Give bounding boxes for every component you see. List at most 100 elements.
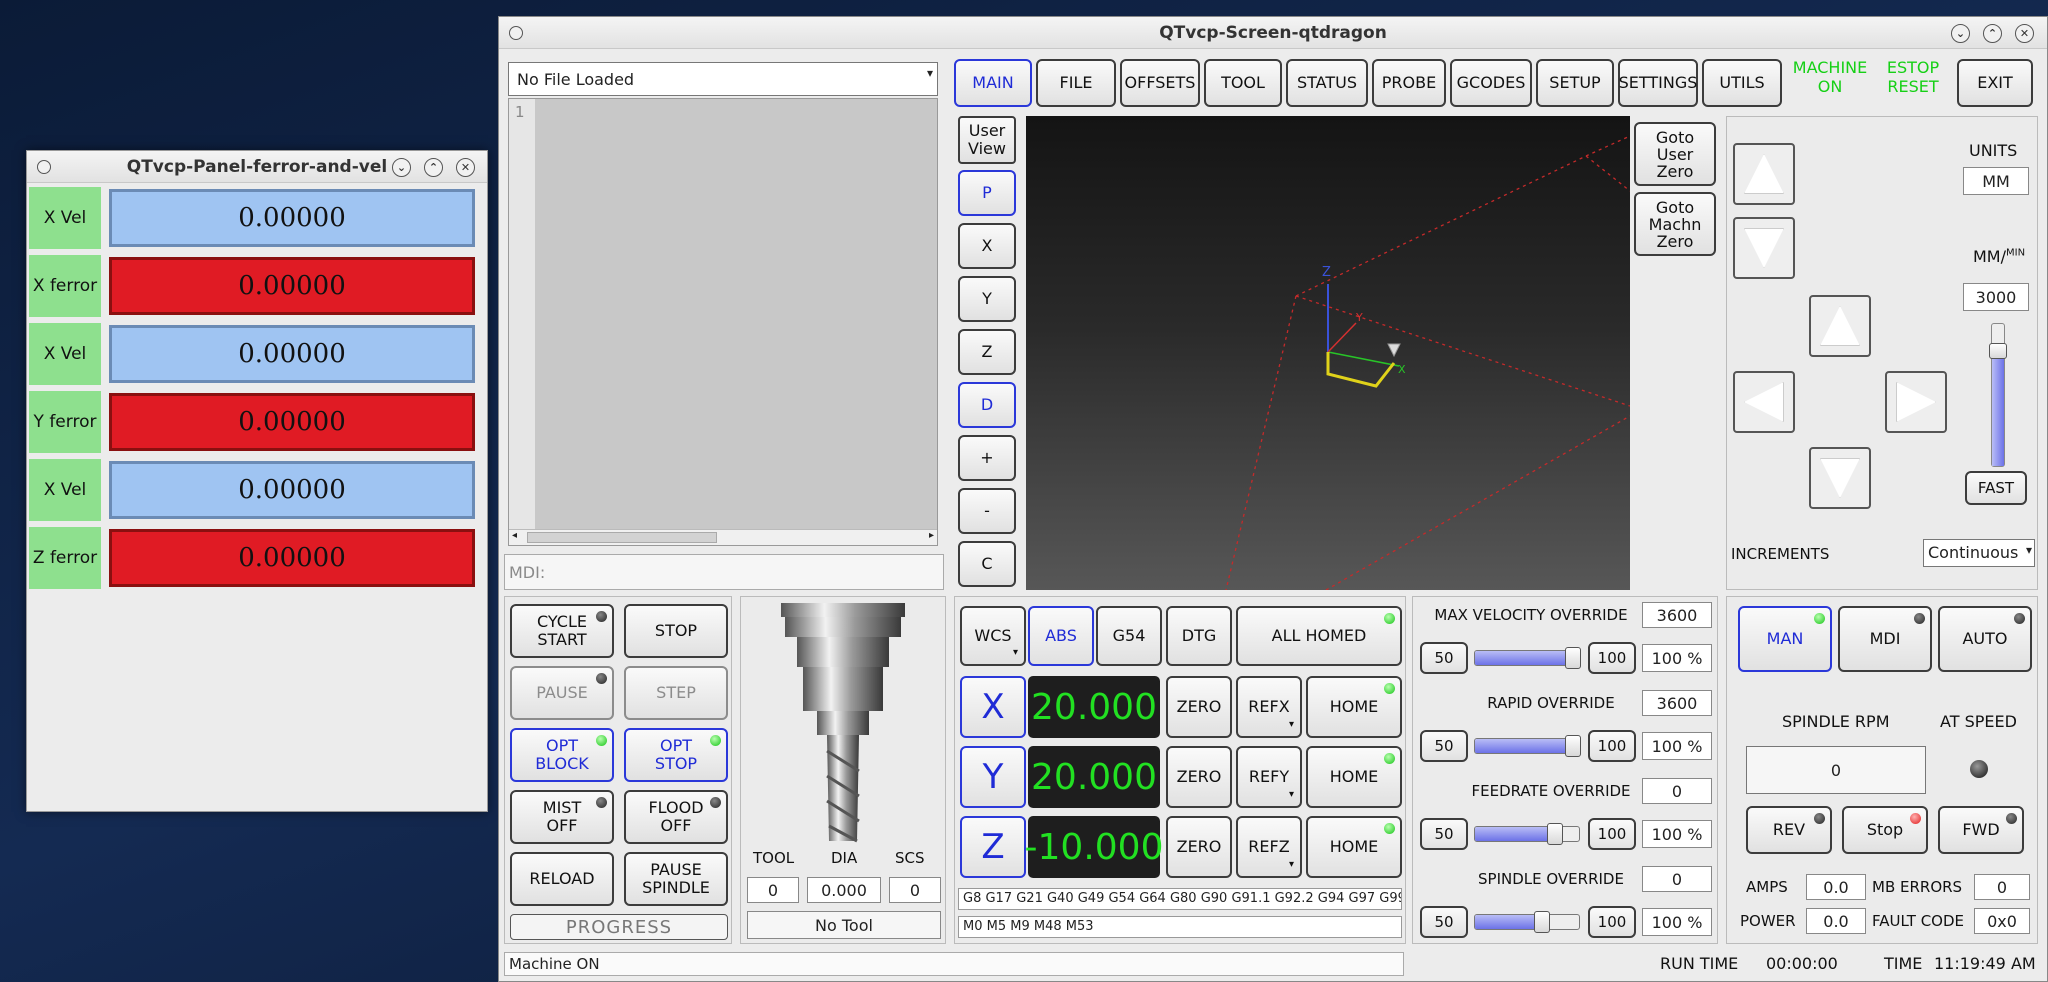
user-view-button[interactable]: User View (958, 116, 1016, 164)
reload-button[interactable]: RELOAD (510, 852, 614, 906)
jog-x-plus-button[interactable] (1885, 371, 1947, 433)
override-max-button[interactable]: 100 (1588, 818, 1636, 850)
dtg-button[interactable]: DTG (1166, 606, 1232, 666)
zero-y-button[interactable]: ZERO (1166, 746, 1232, 808)
jog-y-plus-button[interactable] (1809, 295, 1871, 357)
minimize-icon[interactable]: ⌄ (392, 158, 411, 177)
scrollbar-thumb[interactable] (527, 532, 717, 543)
view-x-button[interactable]: X (958, 223, 1016, 269)
step-button[interactable]: STEP (624, 666, 728, 720)
jog-z-plus-button[interactable] (1733, 143, 1795, 205)
tab-file[interactable]: FILE (1036, 59, 1116, 107)
maximize-icon[interactable]: ⌃ (1983, 24, 2002, 43)
dro-axis-x-label[interactable]: X (960, 676, 1026, 738)
override-slider[interactable] (1474, 647, 1581, 669)
tab-settings[interactable]: SETTINGS (1618, 59, 1698, 107)
override-min-button[interactable]: 50 (1420, 906, 1468, 938)
ferror-panel-titlebar[interactable]: QTvcp-Panel-ferror-and-vel ⌄ ⌃ ✕ (27, 151, 487, 183)
mdi-input[interactable]: MDI: (504, 554, 944, 590)
override-slider[interactable] (1474, 823, 1580, 845)
override-slider[interactable] (1474, 911, 1580, 933)
zero-x-button[interactable]: ZERO (1166, 676, 1232, 738)
spindle-rev-button[interactable]: REV (1746, 806, 1832, 854)
tab-offsets[interactable]: OFFSETS (1120, 59, 1200, 107)
override-slider-knob[interactable] (1547, 823, 1563, 845)
jog-rate-slider[interactable] (1989, 323, 2007, 467)
stop-button[interactable]: STOP (624, 604, 728, 658)
view-p-button[interactable]: P (958, 170, 1016, 216)
override-min-button[interactable]: 50 (1420, 642, 1468, 674)
override-slider-knob[interactable] (1565, 735, 1581, 757)
view-minus-button[interactable]: - (958, 488, 1016, 534)
mdi-mode-button[interactable]: MDI (1838, 606, 1932, 672)
override-min-button[interactable]: 50 (1420, 730, 1468, 762)
close-icon[interactable]: ✕ (2015, 24, 2034, 43)
wcs-button[interactable]: WCS ▾ (960, 606, 1026, 666)
all-homed-button[interactable]: ALL HOMED (1236, 606, 1402, 666)
pause-button[interactable]: PAUSE (510, 666, 614, 720)
view-c-button[interactable]: C (958, 541, 1016, 587)
tab-status[interactable]: STATUS (1286, 59, 1368, 107)
zero-z-button[interactable]: ZERO (1166, 816, 1232, 878)
tab-setup[interactable]: SETUP (1536, 59, 1614, 107)
jog-x-minus-button[interactable] (1733, 371, 1795, 433)
machine-on-button[interactable]: MACHINE ON (1785, 58, 1875, 104)
override-max-button[interactable]: 100 (1588, 906, 1636, 938)
scroll-left-icon[interactable]: ◂ (512, 530, 517, 541)
home-x-button[interactable]: HOME (1306, 676, 1402, 738)
ref-y-button[interactable]: REFY ▾ (1236, 746, 1302, 808)
jog-y-minus-button[interactable] (1809, 447, 1871, 509)
override-slider[interactable] (1474, 735, 1581, 757)
window-menu-icon[interactable] (37, 160, 51, 174)
goto-user-zero-button[interactable]: Goto User Zero (1634, 122, 1716, 186)
view-d-button[interactable]: D (958, 382, 1016, 428)
home-y-button[interactable]: HOME (1306, 746, 1402, 808)
home-z-button[interactable]: HOME (1306, 816, 1402, 878)
increments-select[interactable]: Continuous ▾ (1923, 539, 2035, 567)
dro-axis-z-label[interactable]: Z (960, 816, 1026, 878)
jog-rate-value[interactable]: 3000 (1963, 283, 2029, 311)
auto-mode-button[interactable]: AUTO (1938, 606, 2032, 672)
units-value[interactable]: MM (1963, 167, 2029, 195)
jog-z-minus-button[interactable] (1733, 217, 1795, 279)
view-plus-button[interactable]: + (958, 435, 1016, 481)
close-icon[interactable]: ✕ (456, 158, 475, 177)
opt-stop-button[interactable]: OPT STOP (624, 728, 728, 782)
fast-button[interactable]: FAST (1965, 471, 2027, 505)
window-menu-icon[interactable] (509, 26, 523, 40)
pause-spindle-button[interactable]: PAUSE SPINDLE (624, 852, 728, 906)
view-y-button[interactable]: Y (958, 276, 1016, 322)
jog-rate-knob[interactable] (1989, 343, 2007, 360)
abs-button[interactable]: ABS (1028, 606, 1094, 666)
view-z-button[interactable]: Z (958, 329, 1016, 375)
cycle-start-button[interactable]: CYCLE START (510, 604, 614, 658)
opt-block-button[interactable]: OPT BLOCK (510, 728, 614, 782)
tab-main[interactable]: MAIN (954, 59, 1032, 107)
maximize-icon[interactable]: ⌃ (424, 158, 443, 177)
spindle-fwd-button[interactable]: FWD (1938, 806, 2024, 854)
override-slider-knob[interactable] (1565, 647, 1581, 669)
flood-off-button[interactable]: FLOOD OFF (624, 790, 728, 844)
exit-button[interactable]: EXIT (1957, 59, 2033, 107)
man-mode-button[interactable]: MAN (1738, 606, 1832, 672)
goto-machn-zero-button[interactable]: Goto Machn Zero (1634, 192, 1716, 256)
dro-axis-y-label[interactable]: Y (960, 746, 1026, 808)
estop-reset-button[interactable]: ESTOP RESET (1868, 58, 1958, 104)
tab-probe[interactable]: PROBE (1372, 59, 1446, 107)
file-select[interactable]: No File Loaded ▾ (508, 62, 938, 96)
qtdragon-titlebar[interactable]: QTvcp-Screen-qtdragon ⌄ ⌃ ✕ (499, 17, 2047, 49)
tab-gcodes[interactable]: GCODES (1450, 59, 1532, 107)
spindle-stop-button[interactable]: Stop (1842, 806, 1928, 854)
scroll-right-icon[interactable]: ▸ (929, 530, 934, 541)
g54-button[interactable]: G54 (1096, 606, 1162, 666)
mist-off-button[interactable]: MIST OFF (510, 790, 614, 844)
override-max-button[interactable]: 100 (1588, 730, 1636, 762)
gcode-editor[interactable]: 1 ◂ ▸ (508, 98, 938, 546)
tab-tool[interactable]: TOOL (1204, 59, 1282, 107)
override-max-button[interactable]: 100 (1588, 642, 1636, 674)
override-slider-knob[interactable] (1534, 911, 1551, 933)
gcode-preview-3d[interactable]: Z X Y (1026, 116, 1630, 590)
override-min-button[interactable]: 50 (1420, 818, 1468, 850)
ref-x-button[interactable]: REFX ▾ (1236, 676, 1302, 738)
ref-z-button[interactable]: REFZ ▾ (1236, 816, 1302, 878)
